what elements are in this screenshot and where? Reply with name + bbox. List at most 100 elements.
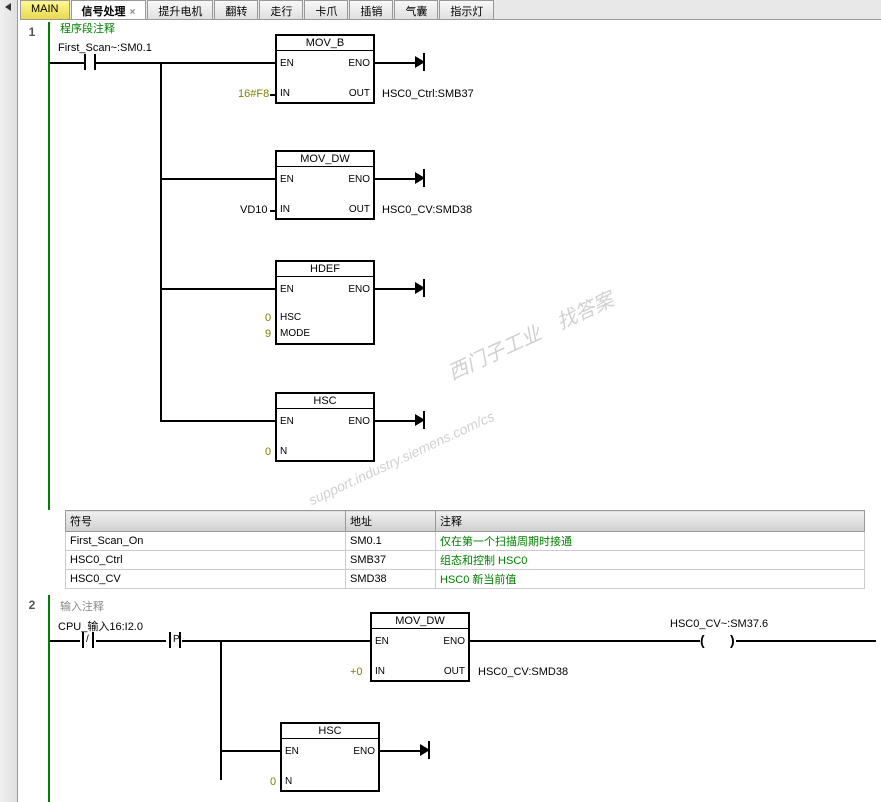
block-title: MOV_B <box>277 36 373 51</box>
cell-symbol: First_Scan_On <box>66 532 346 551</box>
tab-airbag[interactable]: 气囊 <box>394 0 438 19</box>
cell-comment: HSC0 新当前值 <box>436 570 865 589</box>
power-rail <box>48 22 50 510</box>
output-value: HSC0_CV:SMD38 <box>478 666 568 678</box>
cell-address: SM0.1 <box>346 532 436 551</box>
tab-label: 插销 <box>360 6 382 18</box>
coil-open: ( <box>700 632 705 648</box>
tab-travel[interactable]: 走行 <box>259 0 303 19</box>
tab-claw[interactable]: 卡爪 <box>304 0 348 19</box>
wire <box>375 178 415 180</box>
tab-indicator[interactable]: 指示灯 <box>439 0 494 19</box>
wire <box>160 178 275 180</box>
coil-close: ) <box>730 632 735 648</box>
wire <box>380 750 420 752</box>
block-movb[interactable]: MOV_B EN ENO IN OUT <box>275 34 375 104</box>
cell-address: SMB37 <box>346 551 436 570</box>
wire <box>50 640 80 642</box>
wire <box>182 640 220 642</box>
wire <box>375 62 415 64</box>
table-row[interactable]: HSC0_CV SMD38 HSC0 新当前值 <box>66 570 865 589</box>
port-eno: ENO <box>348 416 370 427</box>
port-eno: ENO <box>443 636 465 647</box>
wire <box>375 420 415 422</box>
input-value: 16#F8 <box>238 88 269 100</box>
contact-label: First_Scan~:SM0.1 <box>58 42 152 54</box>
tab-lift-motor[interactable]: 提升电机 <box>147 0 213 19</box>
tab-label: 气囊 <box>405 6 427 18</box>
tab-signal-processing[interactable]: 信号处理 × <box>71 0 147 19</box>
port-eno: ENO <box>348 58 370 69</box>
port-en: EN <box>285 746 299 757</box>
port-n: N <box>280 446 287 457</box>
port-in: IN <box>375 666 385 677</box>
contact-nc: / <box>78 632 98 650</box>
port-eno: ENO <box>353 746 375 757</box>
col-symbol[interactable]: 符号 <box>66 511 346 532</box>
cell-address: SMD38 <box>346 570 436 589</box>
contact-label: CPU_输入16:I2.0 <box>58 618 143 634</box>
port-mode: MODE <box>280 328 310 339</box>
watermark: 西门子工业 找答案 <box>442 283 617 385</box>
cell-comment: 仅在第一个扫描周期时接通 <box>436 532 865 551</box>
wire <box>220 640 370 642</box>
contact-not-symbol: / <box>86 634 89 645</box>
col-comment[interactable]: 注释 <box>436 511 865 532</box>
port-eno: ENO <box>348 174 370 185</box>
wire <box>220 750 280 752</box>
wire <box>50 62 84 64</box>
cell-symbol: HSC0_CV <box>66 570 346 589</box>
symbol-table: 符号 地址 注释 First_Scan_On SM0.1 仅在第一个扫描周期时接… <box>65 510 865 589</box>
cell-symbol: HSC0_Ctrl <box>66 551 346 570</box>
cell-comment: 组态和控制 HSC0 <box>436 551 865 570</box>
tab-label: 信号处理 <box>82 6 126 18</box>
wire <box>96 62 160 64</box>
port-hsc: HSC <box>280 312 301 323</box>
table-row[interactable]: HSC0_Ctrl SMB37 组态和控制 HSC0 <box>66 551 865 570</box>
wire <box>470 640 700 642</box>
block-hdef[interactable]: HDEF EN ENO HSC MODE <box>275 260 375 345</box>
port-out: OUT <box>444 666 465 677</box>
col-address[interactable]: 地址 <box>346 511 436 532</box>
port-en: EN <box>375 636 389 647</box>
block-movdw[interactable]: MOV_DW EN ENO IN OUT <box>275 150 375 220</box>
block-hsc[interactable]: HSC EN ENO N <box>275 392 375 462</box>
output-value: HSC0_CV:SMD38 <box>382 204 472 216</box>
block-title: HDEF <box>277 262 373 277</box>
vertical-scrollbar[interactable] <box>0 0 18 802</box>
wire <box>375 288 415 290</box>
contact-p-symbol: P <box>173 634 180 645</box>
tab-pin[interactable]: 插销 <box>349 0 393 19</box>
port-in: IN <box>280 88 290 99</box>
block-title: MOV_DW <box>277 152 373 167</box>
network-number: 1 <box>22 25 42 39</box>
block-hsc[interactable]: HSC EN ENO N <box>280 722 380 792</box>
wire <box>736 640 876 642</box>
power-rail <box>48 595 50 802</box>
mode-value: 9 <box>265 328 271 340</box>
port-en: EN <box>280 58 294 69</box>
close-icon[interactable]: × <box>130 7 136 18</box>
coil-label: HSC0_CV~:SM37.6 <box>670 618 768 630</box>
hsc-value: 0 <box>265 312 271 324</box>
tab-label: 翻转 <box>225 6 247 18</box>
tab-main[interactable]: MAIN <box>20 0 70 19</box>
port-out: OUT <box>349 204 370 215</box>
wire <box>96 640 166 642</box>
port-in: IN <box>280 204 290 215</box>
input-value: VD10 <box>240 204 268 216</box>
output-value: HSC0_Ctrl:SMB37 <box>382 88 474 100</box>
block-movdw[interactable]: MOV_DW EN ENO IN OUT <box>370 612 470 682</box>
table-row[interactable]: First_Scan_On SM0.1 仅在第一个扫描周期时接通 <box>66 532 865 551</box>
port-eno: ENO <box>348 284 370 295</box>
tab-flip[interactable]: 翻转 <box>214 0 258 19</box>
block-title: HSC <box>282 724 378 739</box>
network-number: 2 <box>22 598 42 612</box>
n-value: 0 <box>265 446 271 458</box>
port-en: EN <box>280 284 294 295</box>
network-title: 程序段注释 <box>60 20 115 36</box>
wire <box>270 94 275 96</box>
network-comment[interactable]: 输入注释 <box>60 598 104 614</box>
tab-label: MAIN <box>31 3 59 15</box>
wire <box>270 210 275 212</box>
